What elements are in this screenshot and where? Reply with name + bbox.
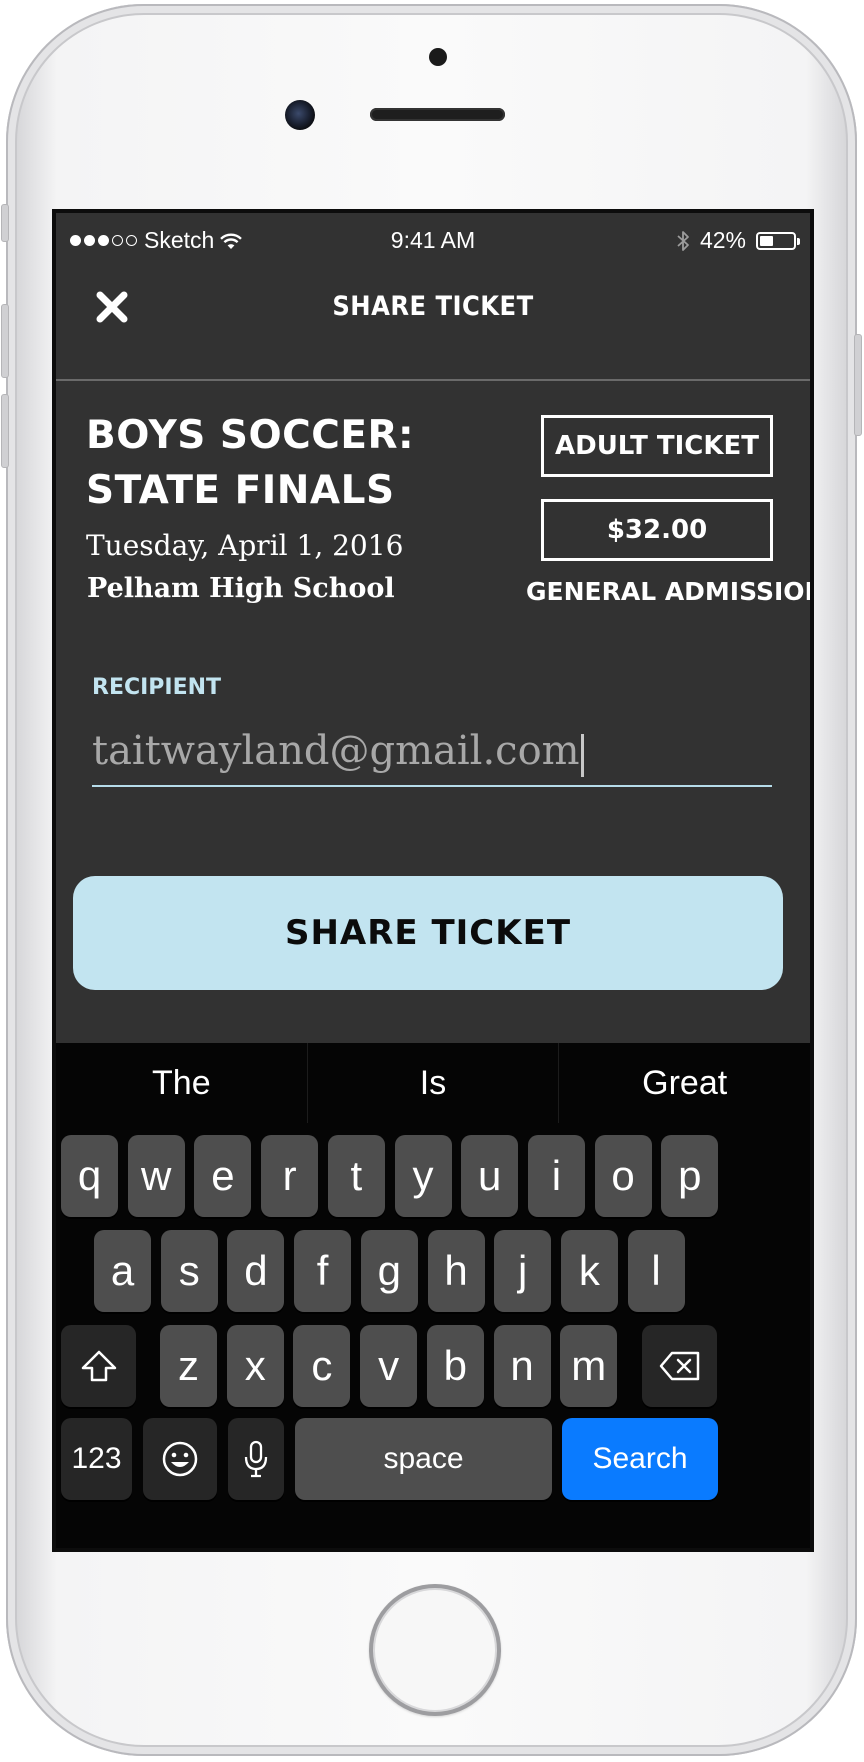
key-h[interactable]: h — [427, 1230, 485, 1312]
key-s[interactable]: s — [160, 1230, 218, 1312]
key-e[interactable]: e — [194, 1135, 252, 1217]
mute-switch — [1, 204, 9, 242]
key-y[interactable]: y — [394, 1135, 452, 1217]
key-b[interactable]: b — [426, 1325, 484, 1407]
key-d[interactable]: d — [227, 1230, 285, 1312]
key-r[interactable]: r — [261, 1135, 319, 1217]
key-k[interactable]: k — [560, 1230, 618, 1312]
key-q[interactable]: q — [61, 1135, 118, 1217]
backspace-icon — [659, 1351, 699, 1381]
search-key[interactable]: Search — [562, 1418, 718, 1500]
suggestion-3[interactable]: Great — [558, 1043, 810, 1123]
status-right: 42% — [676, 227, 800, 254]
key-p[interactable]: p — [661, 1135, 719, 1217]
key-g[interactable]: g — [360, 1230, 418, 1312]
earpiece-speaker — [370, 108, 505, 121]
key-m[interactable]: m — [560, 1325, 618, 1407]
volume-up-button — [1, 304, 9, 378]
delete-key[interactable] — [642, 1325, 717, 1407]
ticket-type-badge: ADULT TICKET — [541, 415, 773, 477]
suggestion-1[interactable]: The — [56, 1043, 307, 1123]
key-f[interactable]: f — [294, 1230, 352, 1312]
key-z[interactable]: z — [160, 1325, 217, 1407]
emoji-key[interactable] — [143, 1418, 217, 1500]
share-ticket-button[interactable]: SHARE TICKET — [73, 876, 783, 990]
numbers-key[interactable]: 123 — [61, 1418, 132, 1500]
admission-label: GENERAL ADMISSION — [526, 577, 814, 606]
battery-percent: 42% — [699, 227, 746, 253]
recipient-email-input[interactable] — [92, 725, 772, 787]
event-title: BOYS SOCCER: STATE FINALS — [86, 413, 415, 513]
shift-key[interactable] — [61, 1325, 136, 1407]
key-t[interactable]: t — [327, 1135, 385, 1217]
key-u[interactable]: u — [461, 1135, 519, 1217]
text-caret — [581, 734, 584, 777]
predictive-bar: The Is Great — [56, 1043, 810, 1123]
nav-bar: SHARE TICKET — [56, 265, 810, 381]
key-v[interactable]: v — [360, 1325, 418, 1407]
key-a[interactable]: a — [94, 1230, 151, 1312]
home-button[interactable] — [369, 1584, 501, 1716]
proximity-sensor — [429, 48, 447, 66]
event-date: Tuesday, April 1, 2016 — [86, 529, 404, 562]
recipient-label: RECIPIENT — [92, 675, 222, 700]
bluetooth-icon — [677, 230, 689, 251]
ticket-price-badge: $32.00 — [541, 499, 773, 561]
key-i[interactable]: i — [527, 1135, 585, 1217]
event-venue: Pelham High School — [87, 573, 395, 604]
front-camera — [285, 100, 315, 130]
key-l[interactable]: l — [627, 1230, 685, 1312]
suggestion-2[interactable]: Is — [306, 1043, 559, 1123]
key-j[interactable]: j — [494, 1230, 552, 1312]
key-x[interactable]: x — [226, 1325, 284, 1407]
key-n[interactable]: n — [493, 1325, 551, 1407]
status-bar: Sketch 9:41 AM 42% — [56, 213, 810, 265]
key-c[interactable]: c — [293, 1325, 351, 1407]
shift-icon — [81, 1350, 116, 1382]
keyboard: The Is Great qwertyuiop asdfghjkl zxcvbnm 1… — [56, 1043, 810, 1548]
key-o[interactable]: o — [594, 1135, 652, 1217]
screen: Sketch 9:41 AM 42% SHARE TICKET BOYS SOC… — [52, 209, 814, 1552]
space-key[interactable]: space — [295, 1418, 552, 1500]
battery-icon — [756, 231, 800, 250]
power-button — [854, 334, 862, 436]
page-title: SHARE TICKET — [332, 291, 534, 322]
microphone-icon — [244, 1440, 268, 1478]
volume-down-button — [1, 394, 9, 468]
key-w[interactable]: w — [127, 1135, 185, 1217]
battery-level — [760, 235, 773, 246]
emoji-icon — [162, 1441, 198, 1477]
dictation-key[interactable] — [228, 1418, 284, 1500]
